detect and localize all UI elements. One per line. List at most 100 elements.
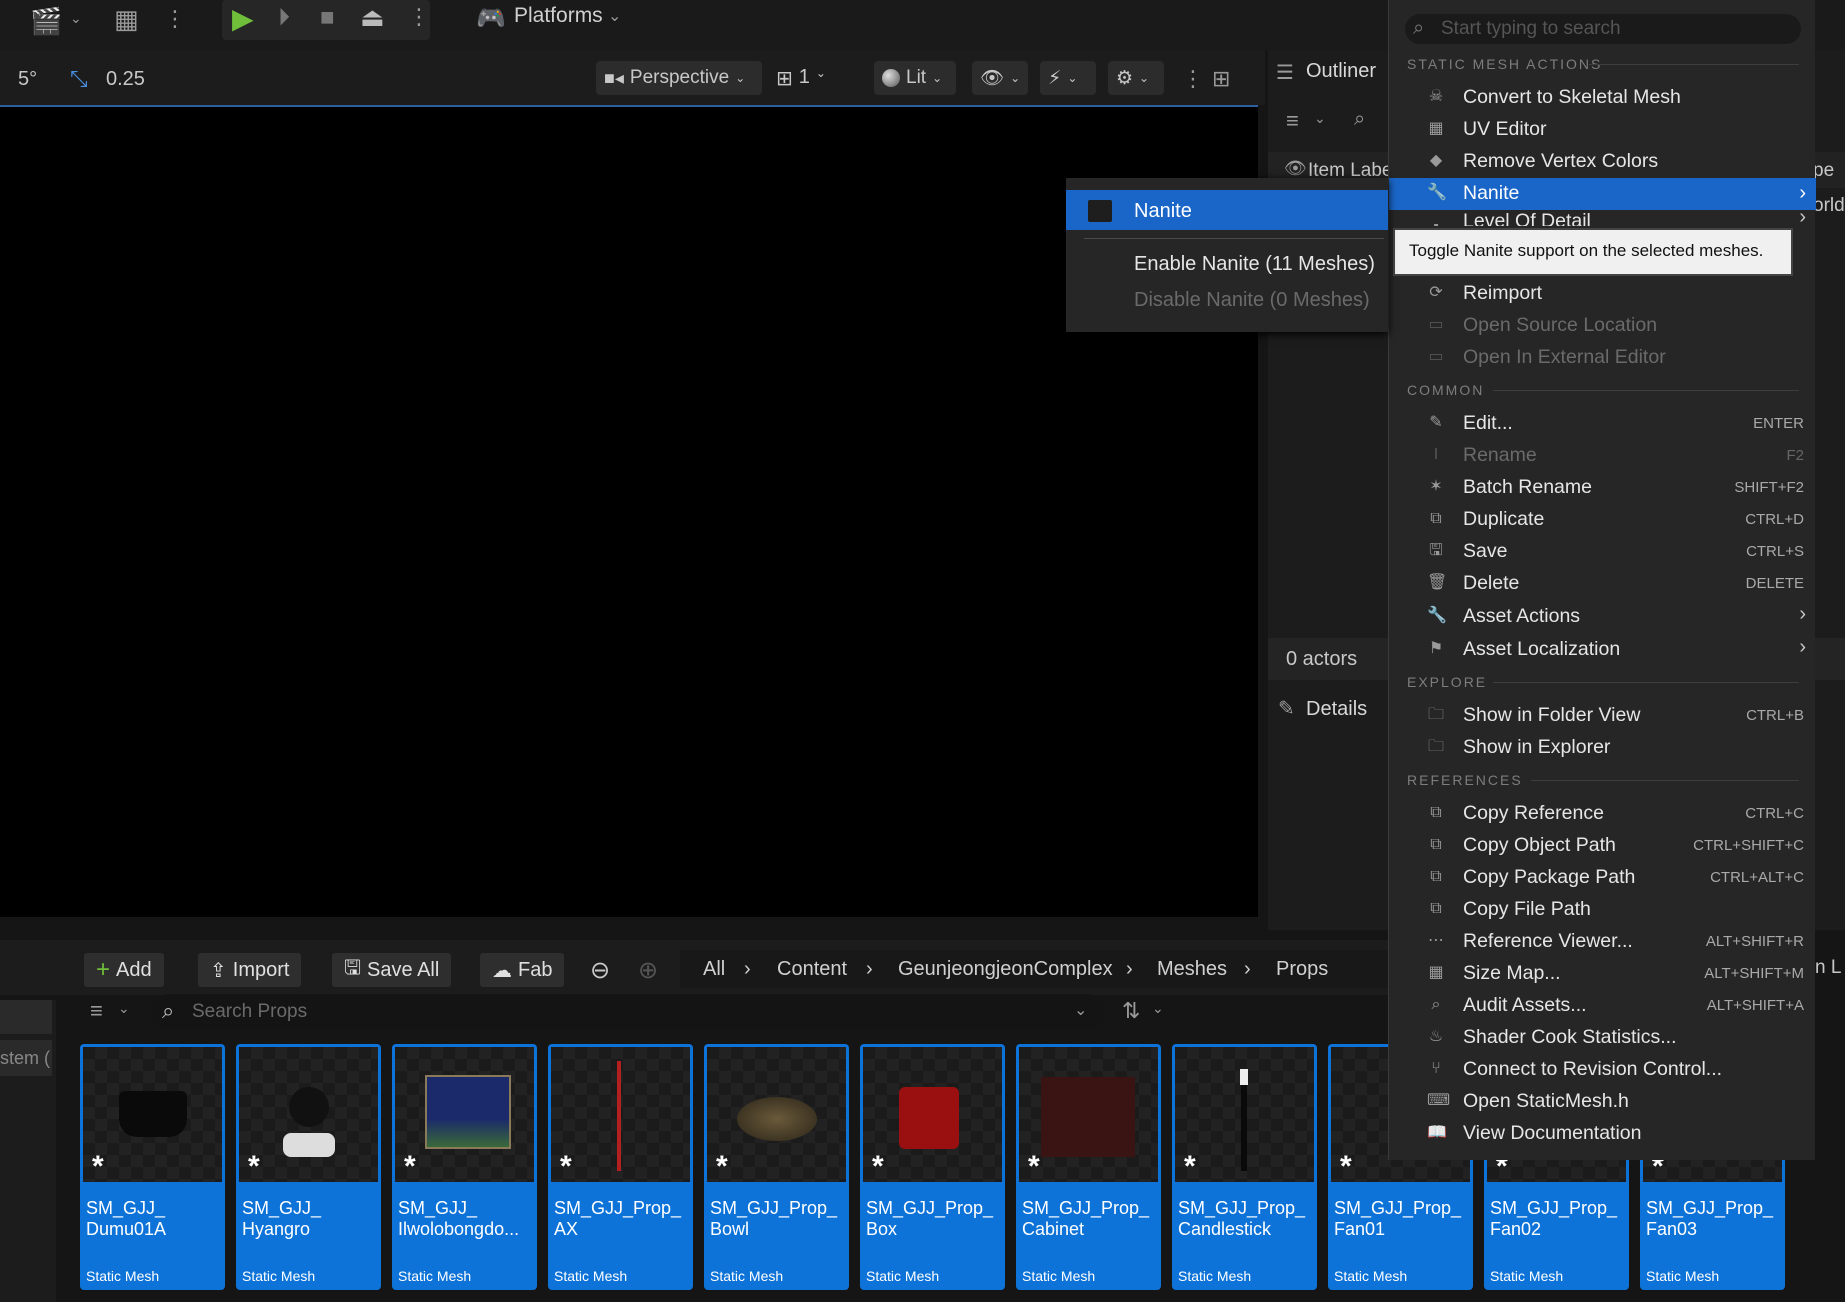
rotation-snap-value[interactable]: 5° — [18, 68, 37, 91]
asset-tile[interactable]: * SM_GJJ_Prop_ AX Static Mesh — [548, 1044, 693, 1290]
show-flags-button[interactable]: 👁 ⌄ — [972, 61, 1028, 95]
menu-item-connect-revision-control[interactable]: ⑂ Connect to Revision Control... — [1389, 1054, 1816, 1084]
breadcrumb-all[interactable]: All — [703, 958, 725, 981]
menu-item-rename: I Rename F2 — [1389, 440, 1816, 470]
details-tab[interactable]: ✎ Details — [1268, 690, 1398, 728]
mesh-preview — [119, 1091, 187, 1137]
sources-item-system[interactable]: stem ( — [0, 1040, 52, 1076]
viewport-settings-button[interactable]: ⚙ ⌄ — [1108, 61, 1164, 95]
menu-item-duplicate[interactable]: ⧉ Duplicate CTRL+D — [1389, 504, 1816, 534]
lit-button[interactable]: Lit ⌄ — [874, 61, 956, 95]
save-all-button[interactable]: 🖫 Save All — [332, 953, 452, 987]
nanite-submenu-header[interactable]: Nanite — [1066, 190, 1388, 230]
menu-item-label: Shader Cook Statistics... — [1463, 1026, 1677, 1048]
chevron-down-icon[interactable]: ⌄ — [1152, 1000, 1164, 1017]
breadcrumb-geunjeongjeon[interactable]: GeunjeongjeonComplex — [898, 958, 1113, 981]
filter-icon[interactable]: ≡ — [90, 998, 103, 1024]
menu-item-show-in-explorer[interactable]: 🗀 Show in Explorer — [1389, 732, 1816, 762]
menu-item-asset-localization[interactable]: ⚑ Asset Localization › — [1389, 634, 1816, 664]
menu-item-remove-vertex-colors[interactable]: ◆ Remove Vertex Colors — [1389, 146, 1816, 176]
chevron-right-icon: › — [744, 958, 751, 980]
eject-icon[interactable]: ⏏ — [360, 2, 385, 33]
menu-item-shader-cook-statistics[interactable]: ♨ Shader Cook Statistics... — [1389, 1022, 1816, 1052]
folder-icon: ▭ — [1428, 316, 1444, 333]
menu-item-delete[interactable]: 🗑 Delete DELETE — [1389, 568, 1816, 598]
chevron-down-icon[interactable]: ⌄ — [118, 1000, 130, 1017]
visibility-eye-icon[interactable]: 👁 — [1284, 158, 1307, 179]
outliner-icon: ☰ — [1276, 62, 1294, 84]
menu-item-convert-skeletal[interactable]: ☠ Convert to Skeletal Mesh — [1389, 82, 1816, 112]
play-icon[interactable]: ▶ — [232, 2, 254, 35]
nanite-checkbox[interactable] — [1088, 200, 1112, 222]
menu-item-uv-editor[interactable]: ▦ UV Editor — [1389, 114, 1816, 144]
back-arrow-icon[interactable]: ⊖ — [590, 956, 610, 985]
menu-item-audit-assets[interactable]: ⌕ Audit Assets... ALT+SHIFT+A — [1389, 990, 1816, 1020]
sort-icon[interactable]: ⇅ — [1122, 998, 1140, 1024]
menu-item-level-of-detail[interactable]: ▪ Level Of Detail › — [1389, 212, 1816, 226]
menu-item-save[interactable]: 🖫 Save CTRL+S — [1389, 536, 1816, 566]
menu-item-view-documentation[interactable]: 📖 View Documentation — [1389, 1118, 1816, 1148]
breadcrumb-meshes[interactable]: Meshes — [1157, 958, 1227, 981]
menu-item-copy-file-path[interactable]: ⧉ Copy File Path — [1389, 894, 1816, 924]
asset-tile[interactable]: * SM_GJJ_Prop_ Bowl Static Mesh — [704, 1044, 849, 1290]
more-options-icon[interactable]: ⋮ — [408, 4, 430, 30]
asset-tile[interactable]: * SM_GJJ_Prop_ Cabinet Static Mesh — [1016, 1044, 1161, 1290]
chevron-down-icon[interactable]: ⌄ — [608, 6, 621, 26]
menu-search-box[interactable]: ⌕ Start typing to search — [1405, 14, 1801, 44]
search-icon[interactable]: ⌕ — [1354, 108, 1365, 131]
asset-tile[interactable]: * SM_GJJ_ Hyangro Static Mesh — [236, 1044, 381, 1290]
menu-item-copy-object-path[interactable]: ⧉ Copy Object Path CTRL+SHIFT+C — [1389, 830, 1816, 860]
camera-speed-button[interactable]: ⊞ 1 ⌄ — [776, 66, 826, 91]
menu-item-asset-actions[interactable]: 🔧 Asset Actions › — [1389, 601, 1816, 631]
menu-item-nanite[interactable]: 🔧 Nanite › — [1389, 178, 1816, 210]
shortcut-label: F2 — [1786, 447, 1804, 464]
more-options-icon[interactable]: ⋮ — [1182, 66, 1204, 92]
gamepad-icon[interactable]: 🎮 — [476, 4, 506, 33]
scale-snap-value[interactable]: 0.25 — [106, 68, 145, 91]
chevron-down-icon[interactable]: ⌄ — [1074, 1000, 1087, 1020]
menu-item-reimport[interactable]: ⟳ Reimport — [1389, 278, 1816, 308]
menu-item-edit[interactable]: ✎ Edit... ENTER — [1389, 408, 1816, 438]
type-column[interactable]: pe — [1813, 160, 1834, 182]
menu-item-copy-reference[interactable]: ⧉ Copy Reference CTRL+C — [1389, 798, 1816, 828]
stop-icon[interactable]: ■ — [320, 4, 335, 32]
menu-item-label: Level Of Detail — [1463, 212, 1591, 226]
breadcrumb-props[interactable]: Props — [1276, 958, 1328, 981]
content-search-box[interactable]: ⌕ Search Props ⌄ — [152, 994, 1104, 1030]
menu-item-copy-package-path[interactable]: ⧉ Copy Package Path CTRL+ALT+C — [1389, 862, 1816, 892]
menu-item-show-in-folder-view[interactable]: 🗀 Show in Folder View CTRL+B — [1389, 700, 1816, 730]
performance-button[interactable]: ⚡ ⌄ — [1040, 61, 1096, 95]
star-icon: ✶ — [1429, 478, 1443, 495]
filter-icon[interactable]: ≡ — [1286, 108, 1299, 134]
asset-tile[interactable]: * SM_GJJ_Prop_ Box Static Mesh — [860, 1044, 1005, 1290]
asset-tile[interactable]: * SM_GJJ_Prop_ Candlestick Static Mesh — [1172, 1044, 1317, 1290]
import-button[interactable]: ⇪ Import — [198, 953, 302, 987]
menu-item-reference-viewer[interactable]: ⋯ Reference Viewer... ALT+SHIFT+R — [1389, 926, 1816, 956]
submenu-divider — [1084, 238, 1384, 239]
platforms-button[interactable]: Platforms — [514, 4, 603, 28]
menu-item-label: UV Editor — [1463, 118, 1547, 140]
menu-item-open-staticmesh-h[interactable]: ⌨ Open StaticMesh.h — [1389, 1086, 1816, 1116]
asset-tile[interactable]: * SM_GJJ_ Dumu01A Static Mesh — [80, 1044, 225, 1290]
add-button[interactable]: + Add — [84, 953, 164, 987]
sources-item[interactable] — [0, 1000, 52, 1034]
menu-item-label: Batch Rename — [1463, 476, 1592, 498]
scale-snap-icon[interactable]: ⤡ — [70, 66, 88, 92]
blueprint-icon[interactable]: ▦ — [114, 4, 139, 35]
breadcrumb-content[interactable]: Content — [777, 958, 847, 981]
chevron-right-icon: › — [1799, 182, 1806, 204]
layout-grid-icon[interactable]: ⊞ — [1212, 66, 1230, 92]
clapperboard-icon[interactable]: 🎬 — [30, 6, 62, 37]
fab-button[interactable]: ☁ Fab — [480, 953, 565, 987]
forward-arrow-icon[interactable]: ⊕ — [638, 956, 658, 985]
chevron-down-icon[interactable]: ⌄ — [1314, 110, 1326, 127]
enable-nanite-item[interactable]: Enable Nanite (11 Meshes) — [1134, 253, 1375, 276]
step-icon[interactable]: ⏵ — [278, 4, 290, 32]
chevron-down-icon[interactable]: ⌄ — [70, 10, 82, 27]
more-options-icon[interactable]: ⋮ — [164, 6, 186, 32]
menu-item-size-map[interactable]: ▦ Size Map... ALT+SHIFT+M — [1389, 958, 1816, 988]
asset-type: Static Mesh — [398, 1268, 472, 1284]
asset-tile[interactable]: * SM_GJJ_ Ilwolobongdo... Static Mesh — [392, 1044, 537, 1290]
perspective-button[interactable]: ■◂ Perspective ⌄ — [596, 61, 762, 95]
menu-item-batch-rename[interactable]: ✶ Batch Rename SHIFT+F2 — [1389, 472, 1816, 502]
